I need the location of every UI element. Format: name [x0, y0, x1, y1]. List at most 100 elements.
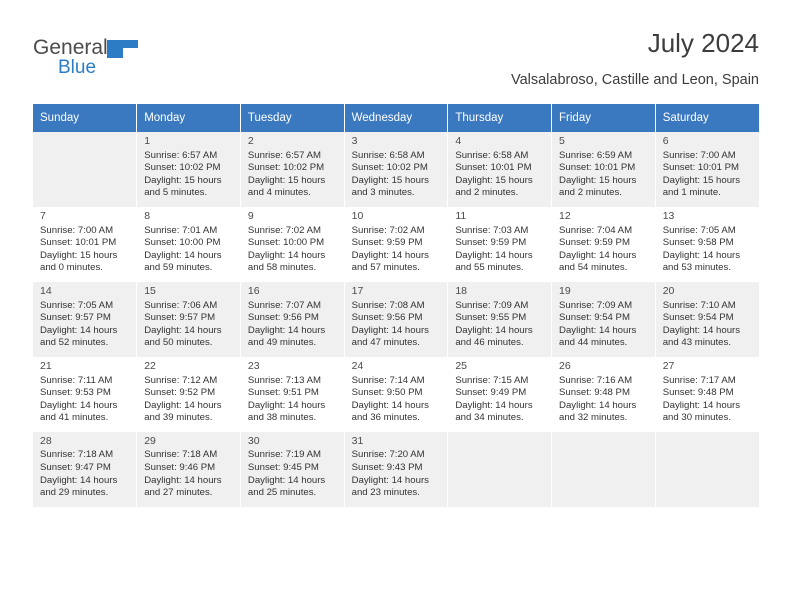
weekday-header-saturday: Saturday — [655, 104, 759, 132]
calendar-day-cell[interactable]: 27 Sunrise: 7:17 AM Sunset: 9:48 PM Dayligh… — [655, 356, 759, 432]
day-detail-line: and 2 minutes. — [455, 187, 519, 199]
calendar-day-cell[interactable]: 7 Sunrise: 7:00 AM Sunset: 10:01 PM Dayligh… — [33, 206, 138, 282]
day-detail-line: Sunrise: 7:10 AM — [662, 299, 736, 311]
day-detail-line: Daylight: 14 hours — [662, 324, 741, 336]
day-number: 24 — [351, 359, 364, 372]
weekday-header-monday: Monday — [136, 104, 241, 132]
calendar-day-cell[interactable]: 2 Sunrise: 6:57 AM Sunset: 10:02 PM Dayligh… — [240, 132, 345, 207]
calendar-day-cell[interactable]: 24 Sunrise: 7:14 AM Sunset: 9:50 PM Dayligh… — [344, 356, 449, 432]
day-detail-line: Sunrise: 7:02 AM — [351, 224, 425, 236]
day-detail-line: Sunrise: 7:20 AM — [351, 449, 425, 461]
day-detail-line: and 3 minutes. — [351, 187, 415, 199]
calendar-day-cell[interactable]: 29 Sunrise: 7:18 AM Sunset: 9:46 PM Dayligh… — [136, 431, 241, 507]
weekday-header-tuesday: Tuesday — [240, 104, 345, 132]
calendar-day-cell[interactable]: 28 Sunrise: 7:18 AM Sunset: 9:47 PM Dayligh… — [33, 431, 138, 507]
day-number: 27 — [662, 359, 675, 372]
calendar-day-cell[interactable]: 6 Sunrise: 7:00 AM Sunset: 10:01 PM Dayligh… — [655, 132, 759, 207]
calendar-day-cell[interactable]: 25 Sunrise: 7:15 AM Sunset: 9:49 PM Dayligh… — [447, 356, 553, 432]
calendar-week-row: 21 Sunrise: 7:11 AM Sunset: 9:53 PM Dayligh… — [33, 356, 759, 432]
day-detail-line: and 46 minutes. — [455, 337, 524, 349]
day-detail-line: Sunset: 10:01 PM — [662, 162, 739, 174]
day-detail-line: Daylight: 14 hours — [559, 249, 637, 261]
day-detail-line: and 38 minutes. — [247, 412, 317, 424]
day-detail-line: Sunrise: 7:19 AM — [247, 449, 321, 461]
day-detail-line: Sunrise: 6:57 AM — [247, 149, 321, 161]
calendar-day-cell[interactable]: 12 Sunrise: 7:04 AM Sunset: 9:59 PM Dayligh… — [551, 206, 656, 282]
day-detail-line: Daylight: 14 hours — [40, 474, 118, 486]
day-number: 30 — [247, 434, 260, 447]
day-number: 25 — [455, 359, 467, 372]
calendar-day-cell[interactable]: 13 Sunrise: 7:05 AM Sunset: 9:58 PM Dayligh… — [655, 206, 759, 282]
day-detail-line: and 53 minutes. — [662, 262, 731, 274]
day-detail-line: Sunset: 10:01 PM — [559, 162, 636, 174]
calendar-day-cell[interactable]: 16 Sunrise: 7:07 AM Sunset: 9:56 PM Dayligh… — [240, 281, 345, 357]
day-detail-line: Sunrise: 7:14 AM — [351, 374, 425, 386]
day-detail-line: Sunset: 9:59 PM — [455, 237, 527, 249]
calendar-day-cell[interactable]: 11 Sunrise: 7:03 AM Sunset: 9:59 PM Dayligh… — [447, 206, 553, 282]
calendar-day-cell[interactable]: 17 Sunrise: 7:08 AM Sunset: 9:56 PM Dayligh… — [344, 281, 449, 357]
weekday-header-row: Sunday Monday Tuesday Wednesday Thursday… — [33, 104, 759, 132]
day-detail-line: Sunset: 9:51 PM — [247, 387, 319, 399]
day-number: 19 — [559, 284, 571, 297]
calendar-week-row: 28 Sunrise: 7:18 AM Sunset: 9:47 PM Dayligh… — [33, 431, 759, 507]
day-detail-line: Daylight: 14 hours — [351, 399, 429, 411]
day-detail-line: Sunset: 9:50 PM — [351, 387, 423, 399]
day-detail-line: Sunset: 9:57 PM — [40, 312, 111, 324]
calendar-day-cell[interactable]: 18 Sunrise: 7:09 AM Sunset: 9:55 PM Dayligh… — [447, 281, 553, 357]
calendar-day-cell[interactable]: 22 Sunrise: 7:12 AM Sunset: 9:52 PM Dayligh… — [136, 356, 241, 432]
calendar-week-row: 1 Sunrise: 6:57 AM Sunset: 10:02 PM Dayligh… — [33, 132, 759, 207]
day-detail-line: Daylight: 15 hours — [351, 174, 429, 186]
day-detail-line: Daylight: 15 hours — [144, 174, 222, 186]
day-detail-line: Daylight: 15 hours — [662, 174, 741, 186]
day-detail-line: Sunrise: 7:07 AM — [247, 299, 321, 311]
day-detail-line: Sunrise: 6:57 AM — [144, 149, 218, 161]
day-detail-line: Sunrise: 7:02 AM — [247, 224, 321, 236]
calendar-empty-cell — [655, 431, 759, 507]
calendar-day-cell[interactable]: 1 Sunrise: 6:57 AM Sunset: 10:02 PM Dayligh… — [136, 132, 241, 207]
day-detail-line: and 50 minutes. — [144, 337, 213, 349]
calendar-day-cell[interactable]: 5 Sunrise: 6:59 AM Sunset: 10:01 PM Dayligh… — [551, 132, 656, 207]
day-number: 28 — [40, 434, 52, 447]
calendar-day-cell[interactable]: 14 Sunrise: 7:05 AM Sunset: 9:57 PM Dayligh… — [33, 281, 138, 357]
calendar-day-cell[interactable]: 15 Sunrise: 7:06 AM Sunset: 9:57 PM Dayligh… — [136, 281, 241, 357]
day-number: 9 — [247, 209, 254, 222]
weekday-header-friday: Friday — [551, 104, 656, 132]
calendar-body: 1 Sunrise: 6:57 AM Sunset: 10:02 PM Dayligh… — [33, 132, 759, 507]
day-number: 21 — [40, 359, 52, 372]
day-detail-line: Sunset: 10:02 PM — [144, 162, 221, 174]
day-detail-line: and 58 minutes. — [247, 262, 317, 274]
day-detail-line: Daylight: 14 hours — [247, 474, 326, 486]
generalblue-logo[interactable]: General Blue — [33, 36, 173, 82]
calendar-day-cell[interactable]: 23 Sunrise: 7:13 AM Sunset: 9:51 PM Dayligh… — [240, 356, 345, 432]
day-detail-line: Sunset: 9:55 PM — [455, 312, 527, 324]
day-detail-line: and 4 minutes. — [247, 187, 311, 199]
calendar-day-cell[interactable]: 30 Sunrise: 7:19 AM Sunset: 9:45 PM Dayligh… — [240, 431, 345, 507]
calendar-day-cell[interactable]: 31 Sunrise: 7:20 AM Sunset: 9:43 PM Dayligh… — [344, 431, 449, 507]
calendar-day-cell[interactable]: 19 Sunrise: 7:09 AM Sunset: 9:54 PM Dayligh… — [551, 281, 656, 357]
day-detail-line: Sunset: 9:57 PM — [144, 312, 216, 324]
calendar-day-cell[interactable]: 9 Sunrise: 7:02 AM Sunset: 10:00 PM Dayligh… — [240, 206, 345, 282]
day-detail-line: Sunset: 9:52 PM — [144, 387, 216, 399]
calendar-day-cell[interactable]: 21 Sunrise: 7:11 AM Sunset: 9:53 PM Dayligh… — [33, 356, 138, 432]
day-detail-line: Daylight: 14 hours — [247, 249, 326, 261]
calendar-day-cell[interactable]: 8 Sunrise: 7:01 AM Sunset: 10:00 PM Dayligh… — [136, 206, 241, 282]
day-detail-line: Sunrise: 6:58 AM — [455, 149, 529, 161]
day-detail-line: and 27 minutes. — [144, 487, 213, 499]
day-detail-line: Sunset: 9:48 PM — [662, 387, 734, 399]
calendar-day-cell[interactable]: 3 Sunrise: 6:58 AM Sunset: 10:02 PM Dayligh… — [344, 132, 449, 207]
day-detail-line: Sunset: 9:47 PM — [40, 462, 111, 474]
day-detail-line: Sunrise: 7:09 AM — [559, 299, 633, 311]
page-subtitle: Valsalabroso, Castille and Leon, Spain — [510, 72, 759, 88]
day-detail-line: Sunrise: 7:16 AM — [559, 374, 633, 386]
day-detail-line: Sunrise: 7:05 AM — [662, 224, 736, 236]
day-detail-line: Daylight: 15 hours — [559, 174, 637, 186]
day-detail-line: Sunrise: 7:12 AM — [144, 374, 218, 386]
calendar-day-cell[interactable]: 20 Sunrise: 7:10 AM Sunset: 9:54 PM Dayligh… — [655, 281, 759, 357]
calendar-day-cell[interactable]: 10 Sunrise: 7:02 AM Sunset: 9:59 PM Dayligh… — [344, 206, 449, 282]
calendar-day-cell[interactable]: 26 Sunrise: 7:16 AM Sunset: 9:48 PM Dayligh… — [551, 356, 656, 432]
day-detail-line: Daylight: 14 hours — [559, 324, 637, 336]
day-number: 4 — [455, 135, 462, 147]
calendar-day-cell[interactable]: 4 Sunrise: 6:58 AM Sunset: 10:01 PM Dayligh… — [447, 132, 553, 207]
day-number: 20 — [662, 284, 675, 297]
day-number: 16 — [247, 284, 260, 297]
